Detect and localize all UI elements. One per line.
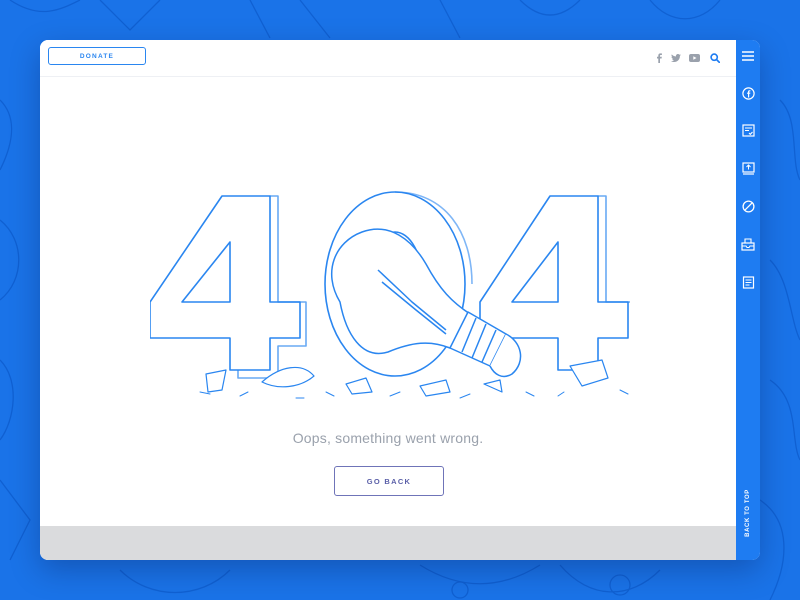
inbox-icon[interactable] [740, 236, 756, 252]
go-back-button[interactable]: GO BACK [334, 466, 444, 496]
twitter-icon[interactable] [669, 51, 683, 65]
back-to-top-button[interactable]: BACK TO TOP [739, 486, 757, 540]
search-icon[interactable] [707, 51, 723, 65]
main-content: 404 [40, 76, 736, 526]
monitor-upload-icon[interactable] [740, 160, 756, 176]
document-check-icon[interactable] [740, 122, 756, 138]
error-message: Oops, something went wrong. [292, 430, 484, 446]
article-icon[interactable] [740, 274, 756, 290]
broken-bulb-404-illustration: 404 [150, 191, 630, 399]
page-window: DONATE 404 [40, 40, 760, 560]
top-bar: DONATE [40, 40, 736, 77]
donate-button[interactable]: DONATE [48, 47, 146, 65]
menu-icon[interactable] [740, 48, 756, 64]
facebook-circle-icon[interactable] [740, 85, 756, 101]
right-sidebar: BACK TO TOP [736, 40, 760, 560]
back-to-top-label: BACK TO TOP [745, 489, 751, 537]
facebook-icon[interactable] [652, 51, 666, 65]
youtube-icon[interactable] [686, 51, 702, 65]
block-icon[interactable] [740, 198, 756, 214]
footer-bar [40, 526, 736, 560]
